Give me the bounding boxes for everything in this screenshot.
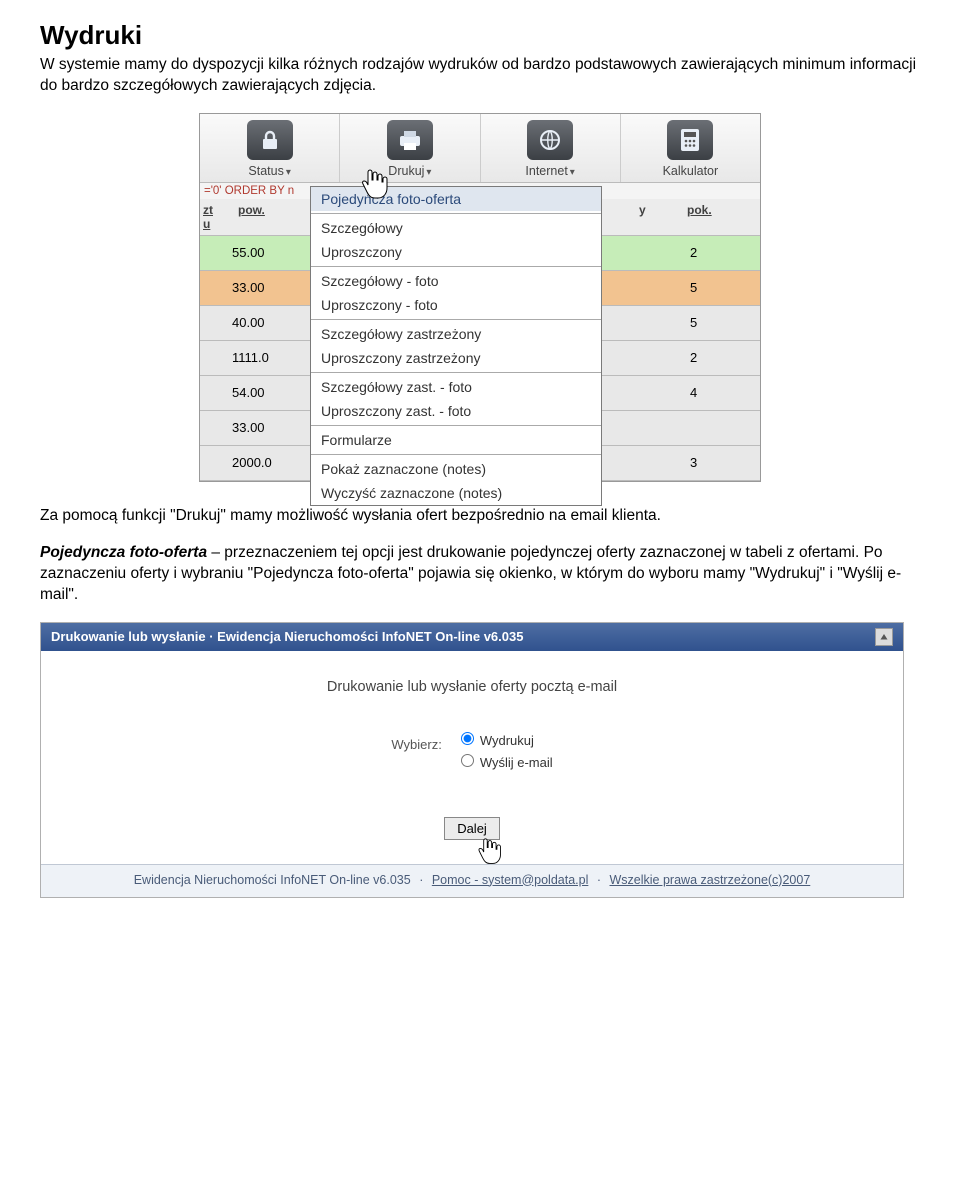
lock-icon [247,120,293,160]
toolbar-calculator-button[interactable]: Kalkulator [621,114,760,182]
page-title: Wydruki [40,20,920,51]
cell-pok: 2 [686,350,760,365]
menu-separator [311,319,601,320]
radio-send-email[interactable]: Wyślij e-mail [456,751,553,770]
cell-pok: 2 [686,245,760,260]
menu-item[interactable]: Uproszczony zastrzeżony [311,346,601,370]
screenshot-print-dialog: Drukowanie lub wysłanie · Ewidencja Nier… [40,622,904,898]
term-foto-oferta: Pojedyncza foto-oferta [40,544,207,561]
radio-print-input[interactable] [461,732,474,745]
toolbar-status-button[interactable]: Status▾ [200,114,340,182]
globe-icon [527,120,573,160]
intro-paragraph: W systemie mamy do dyspozycji kilka różn… [40,55,920,97]
menu-separator [311,425,601,426]
menu-separator [311,266,601,267]
menu-item[interactable]: Szczegółowy [311,216,601,240]
menu-item[interactable]: Pojedyńcza foto-oferta [311,187,601,211]
footer-rights-link[interactable]: Wszelkie prawa zastrzeżone(c)2007 [610,873,811,887]
dialog-title: Drukowanie lub wysłanie · Ewidencja Nier… [51,629,523,644]
menu-item[interactable]: Szczegółowy zast. - foto [311,375,601,399]
menu-item[interactable]: Uproszczony - foto [311,293,601,317]
calculator-icon [667,120,713,160]
cell-pok: 4 [686,385,760,400]
menu-item[interactable]: Formularze [311,428,601,452]
print-dropdown-menu[interactable]: Pojedyńcza foto-ofertaSzczegółowyUproszc… [310,186,602,506]
footer-app-name: Ewidencja Nieruchomości InfoNET On-line … [134,873,411,887]
choose-label: Wybierz: [391,729,441,773]
toolbar-print-label: Drukuj [388,164,424,178]
toolbar: Status▾ Drukuj▾ Internet▾ Kalkulator [200,114,760,183]
toolbar-internet-label: Internet [525,164,567,178]
menu-separator [311,454,601,455]
radio-email-input[interactable] [461,754,474,767]
toolbar-internet-button[interactable]: Internet▾ [481,114,621,182]
header-col-pok[interactable]: pok. [684,199,760,235]
screenshot-toolbar-dropdown: Status▾ Drukuj▾ Internet▾ Kalkulator ='0… [199,113,761,482]
cell-pok: 5 [686,315,760,330]
hand-cursor-icon [360,168,388,202]
cell-pok: 5 [686,280,760,295]
scroll-up-icon[interactable] [875,628,893,646]
para-drukuj-email: Za pomocą funkcji "Drukuj" mamy możliwoś… [40,506,920,527]
header-col-zt: zt u [200,199,232,235]
menu-item[interactable]: Wyczyść zaznaczone (notes) [311,481,601,505]
menu-item[interactable]: Szczegółowy - foto [311,269,601,293]
footer-help-link[interactable]: Pomoc - system@poldata.pl [432,873,589,887]
para-foto-oferta: Pojedyncza foto-oferta – przeznaczeniem … [40,543,920,606]
printer-icon [387,120,433,160]
cell-pok: 3 [686,455,760,470]
header-col-y: y [636,199,684,235]
menu-item[interactable]: Pokaż zaznaczone (notes) [311,457,601,481]
menu-separator [311,213,601,214]
toolbar-status-label: Status [248,164,283,178]
dialog-titlebar: Drukowanie lub wysłanie · Ewidencja Nier… [41,623,903,651]
dialog-heading: Drukowanie lub wysłanie oferty pocztą e-… [51,679,893,695]
dialog-footer: Ewidencja Nieruchomości InfoNET On-line … [41,864,903,897]
menu-item[interactable]: Uproszczony zast. - foto [311,399,601,423]
menu-item[interactable]: Szczegółowy zastrzeżony [311,322,601,346]
hand-cursor-icon [476,837,502,867]
menu-separator [311,372,601,373]
menu-item[interactable]: Uproszczony [311,240,601,264]
radio-print[interactable]: Wydrukuj [456,729,553,748]
toolbar-calculator-label: Kalkulator [663,164,719,178]
